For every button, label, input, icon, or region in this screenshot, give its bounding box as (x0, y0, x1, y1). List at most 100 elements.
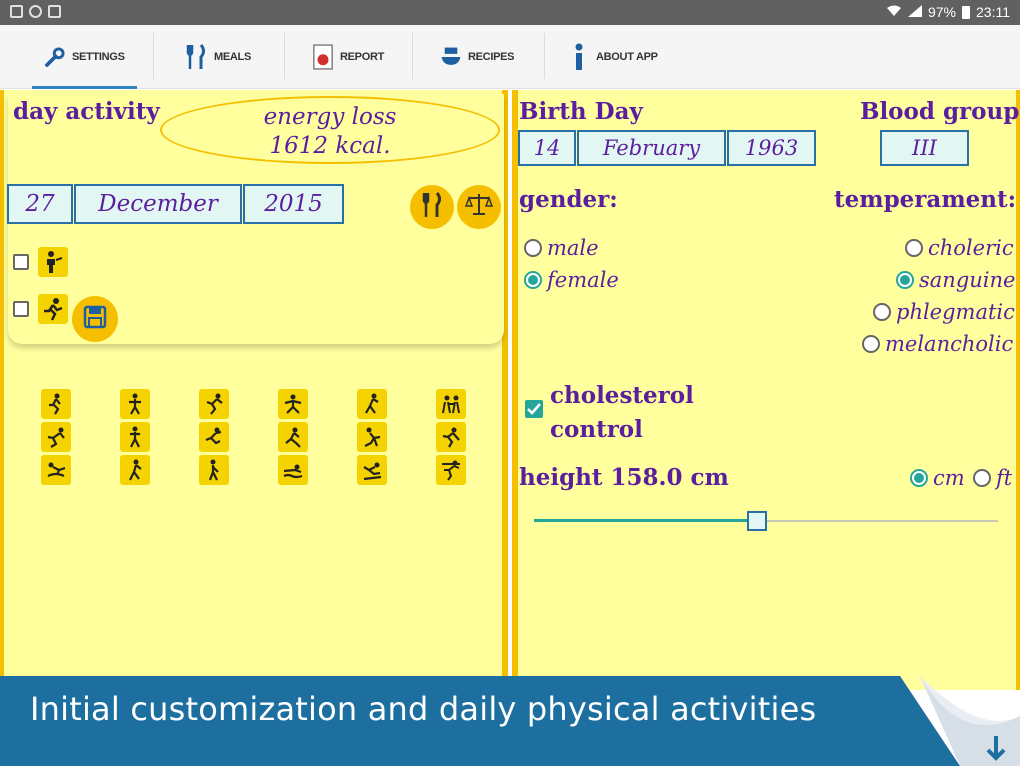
radio-indicator (524, 239, 542, 257)
height-slider-thumb[interactable] (746, 511, 767, 531)
birth-month-field[interactable]: February (577, 130, 726, 166)
fork-knife-icon (421, 191, 443, 223)
activity-checkbox-1[interactable] (13, 254, 29, 270)
temperament-choleric-label: choleric (928, 236, 1014, 260)
tab-recipes[interactable]: RECIPES (440, 25, 515, 89)
temperament-label: temperament: (834, 186, 1017, 213)
page-curl-icon (920, 676, 1020, 766)
temperament-sanguine-radio[interactable]: sanguine (896, 268, 1015, 292)
activity-month-field[interactable]: December (74, 184, 242, 224)
tab-settings-label: SETTINGS (72, 51, 125, 63)
activity-year-field[interactable]: 2015 (243, 184, 344, 224)
temperament-melancholic-label: melancholic (885, 332, 1014, 356)
activity-icon-4[interactable] (278, 389, 308, 419)
gender-female-label: female (547, 268, 619, 292)
cholesterol-control-label: cholesterol control (550, 379, 694, 447)
battery-icon (962, 5, 970, 19)
wrench-icon (44, 43, 66, 71)
gender-male-radio[interactable]: male (524, 236, 599, 260)
fork-knife-icon (186, 43, 208, 71)
activity-icon-14[interactable] (120, 455, 150, 485)
tab-settings[interactable]: SETTINGS (32, 25, 137, 89)
unit-ft-label: ft (996, 466, 1013, 490)
tab-divider (284, 33, 285, 79)
energy-loss-value: 1612 kcal. (269, 133, 391, 159)
info-icon (568, 43, 590, 71)
activity-icon-18[interactable] (436, 455, 466, 485)
tab-divider (153, 33, 154, 79)
blood-group-field[interactable]: III (880, 130, 969, 166)
day-activity-panel (0, 90, 508, 690)
radio-indicator-selected (524, 271, 542, 289)
activity-icon-16[interactable] (278, 455, 308, 485)
cholesterol-label-line2: control (550, 416, 643, 443)
temperament-choleric-radio[interactable]: choleric (905, 236, 1014, 260)
gender-label: gender: (519, 186, 618, 213)
temperament-phlegmatic-radio[interactable]: phlegmatic (873, 300, 1015, 324)
sync-notification-icon (29, 5, 42, 18)
radio-indicator-selected (896, 271, 914, 289)
activity-day-field[interactable]: 27 (7, 184, 73, 224)
activity-icon-10[interactable] (278, 422, 308, 452)
activity-icon-13[interactable] (41, 455, 71, 485)
save-icon (83, 305, 107, 333)
activity-icon-2[interactable] (120, 389, 150, 419)
standing-person-icon (38, 247, 68, 277)
save-button[interactable] (72, 296, 118, 342)
tab-about-app[interactable]: ABOUT APP (568, 25, 658, 89)
unit-cm-label: cm (933, 466, 965, 490)
unit-ft-radio[interactable]: ft (973, 466, 1012, 490)
radio-indicator (905, 239, 923, 257)
activity-icon-5[interactable] (357, 389, 387, 419)
activity-icon-15[interactable] (199, 455, 229, 485)
activity-checkbox-2[interactable] (13, 301, 29, 317)
temperament-melancholic-radio[interactable]: melancholic (862, 332, 1013, 356)
unit-cm-radio[interactable]: cm (910, 466, 965, 490)
gender-male-label: male (547, 236, 599, 260)
height-label: height 158.0 cm (519, 464, 729, 491)
day-activity-title: day activity (13, 98, 160, 125)
birth-year-field[interactable]: 1963 (727, 130, 816, 166)
activity-icon-1[interactable] (41, 389, 71, 419)
activity-icon-17[interactable] (357, 455, 387, 485)
message-notification-icon (48, 5, 61, 18)
activity-icon-7[interactable] (41, 422, 71, 452)
energy-loss-label: energy loss (263, 104, 397, 130)
wifi-icon (886, 4, 902, 20)
blood-group-label: Blood group (860, 98, 1020, 125)
radio-indicator-selected (910, 469, 928, 487)
tab-about-app-label: ABOUT APP (596, 51, 658, 63)
temperament-sanguine-label: sanguine (919, 268, 1016, 292)
banner-text: Initial customization and daily physical… (30, 690, 817, 728)
tab-meals[interactable]: MEALS (186, 25, 251, 89)
caption-banner: Initial customization and daily physical… (0, 676, 1020, 766)
scales-button[interactable] (457, 185, 501, 229)
radio-indicator (873, 303, 891, 321)
report-icon (312, 43, 334, 71)
gender-female-radio[interactable]: female (524, 268, 619, 292)
tab-report-label: REPORT (340, 51, 385, 63)
activity-icon-11[interactable] (357, 422, 387, 452)
tab-meals-label: MEALS (214, 51, 252, 63)
battery-percent: 97% (927, 4, 956, 20)
scales-icon (464, 192, 494, 222)
gallery-notification-icon (10, 5, 23, 18)
activity-icon-9[interactable] (199, 422, 229, 452)
activity-icon-8[interactable] (120, 422, 150, 452)
tab-recipes-label: RECIPES (468, 51, 515, 63)
tab-bar: SETTINGS MEALS REPORT RECIPES ABOUT APP (0, 25, 1020, 89)
running-person-icon (38, 294, 68, 324)
activity-icon-3[interactable] (199, 389, 229, 419)
activity-icon-6[interactable] (436, 389, 466, 419)
meals-shortcut-button[interactable] (410, 185, 454, 229)
temperament-phlegmatic-label: phlegmatic (896, 300, 1015, 324)
birth-day-label: Birth Day (519, 98, 643, 125)
tab-divider (412, 33, 413, 79)
activity-icon-12[interactable] (436, 422, 466, 452)
status-bar: 97% 23:11 (0, 0, 1020, 25)
birth-day-field[interactable]: 14 (518, 130, 576, 166)
cholesterol-checkbox[interactable] (525, 400, 543, 418)
tab-report[interactable]: REPORT (312, 25, 384, 89)
tab-divider (544, 33, 545, 79)
clock: 23:11 (976, 4, 1010, 20)
